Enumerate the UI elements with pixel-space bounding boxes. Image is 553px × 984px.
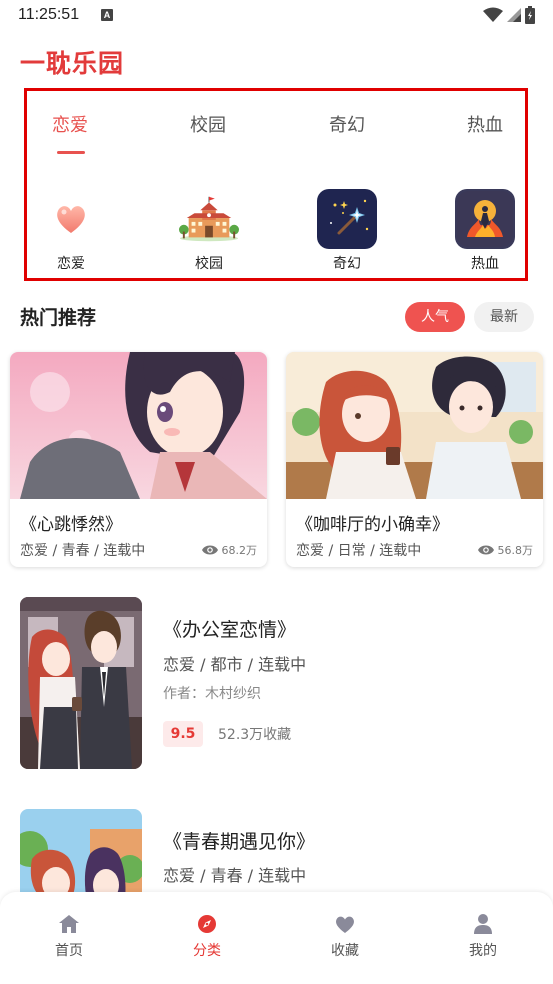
comic-card[interactable]: 《咖啡厅的小确幸》 恋爱 / 日常 / 连载中 56.8万 [286, 352, 543, 567]
score-badge: 9.5 [163, 721, 203, 747]
card-tags: 恋爱 / 日常 / 连载中 [296, 543, 422, 559]
school-icon [179, 189, 239, 249]
card-title: 《心跳悸然》 [20, 515, 122, 535]
collect-count: 52.3万收藏 [218, 727, 292, 743]
nav-profile[interactable]: 我的 [443, 912, 523, 960]
eye-icon [477, 545, 494, 555]
nav-category[interactable]: 分类 [167, 912, 247, 960]
comic-cover-image [10, 352, 267, 499]
category-fantasy[interactable]: 奇幻 [307, 189, 387, 273]
signal-icon [507, 8, 521, 22]
section-title: 热门推荐 [20, 307, 97, 329]
status-bar: 11:25:51 A [0, 0, 553, 30]
tab-romance[interactable]: 恋爱 [52, 111, 88, 137]
flame-icon [455, 189, 515, 249]
card-views: 56.8万 [477, 542, 534, 558]
compass-icon [167, 912, 247, 936]
list-title: 《办公室恋情》 [163, 619, 297, 641]
comic-cover-image [286, 352, 543, 499]
nav-home[interactable]: 首页 [29, 912, 109, 960]
status-time: 11:25:51 [18, 6, 80, 23]
category-panel: 恋爱 校园 奇幻 热血 恋爱 校园 奇幻 热血 [24, 88, 528, 281]
tab-action[interactable]: 热血 [467, 111, 503, 137]
heart-icon [41, 189, 101, 249]
category-label: 校园 [195, 256, 223, 272]
list-title: 《青春期遇见你》 [163, 831, 316, 853]
magic-wand-icon [317, 189, 377, 249]
view-count: 56.8万 [497, 544, 534, 557]
card-tags: 恋爱 / 青春 / 连载中 [20, 543, 146, 559]
comic-card[interactable]: 《心跳悸然》 恋爱 / 青春 / 连载中 68.2万 [10, 352, 267, 567]
bottom-navigation: 首页 分类 收藏 我的 [0, 892, 553, 984]
home-icon [29, 912, 109, 936]
filter-popular-button[interactable]: 人气 [405, 302, 465, 332]
nav-label: 收藏 [331, 943, 359, 959]
list-tags: 恋爱 / 青春 / 连载中 [163, 866, 307, 885]
card-title: 《咖啡厅的小确幸》 [296, 515, 449, 535]
battery-icon [525, 6, 535, 24]
wifi-icon [483, 7, 503, 22]
category-romance[interactable]: 恋爱 [31, 189, 111, 273]
nav-label: 我的 [469, 943, 497, 959]
app-title: 一耽乐园 [20, 49, 125, 78]
view-count: 68.2万 [221, 544, 258, 557]
nav-label: 分类 [193, 943, 221, 959]
tab-fantasy[interactable]: 奇幻 [329, 111, 365, 137]
notification-icon: A [101, 9, 113, 21]
list-tags: 恋爱 / 都市 / 连载中 [163, 655, 307, 674]
filter-latest-button[interactable]: 最新 [474, 302, 534, 332]
active-tab-indicator [57, 151, 85, 154]
category-label: 热血 [471, 256, 499, 272]
status-icons [483, 6, 535, 24]
category-label: 奇幻 [333, 256, 361, 272]
user-icon [443, 912, 523, 936]
eye-icon [201, 545, 218, 555]
card-views: 68.2万 [201, 542, 258, 558]
nav-favorites[interactable]: 收藏 [305, 912, 385, 960]
tab-campus[interactable]: 校园 [190, 111, 226, 137]
category-action[interactable]: 热血 [445, 189, 525, 273]
nav-label: 首页 [55, 943, 83, 959]
list-item[interactable]: 《办公室恋情》 恋爱 / 都市 / 连载中 作者：木村纱织 9.5 52.3万收… [0, 597, 553, 777]
category-label: 恋爱 [57, 256, 85, 272]
comic-cover-image [20, 597, 142, 769]
list-author: 作者：木村纱织 [163, 686, 261, 702]
category-campus[interactable]: 校园 [169, 189, 249, 273]
heart-icon [305, 912, 385, 936]
